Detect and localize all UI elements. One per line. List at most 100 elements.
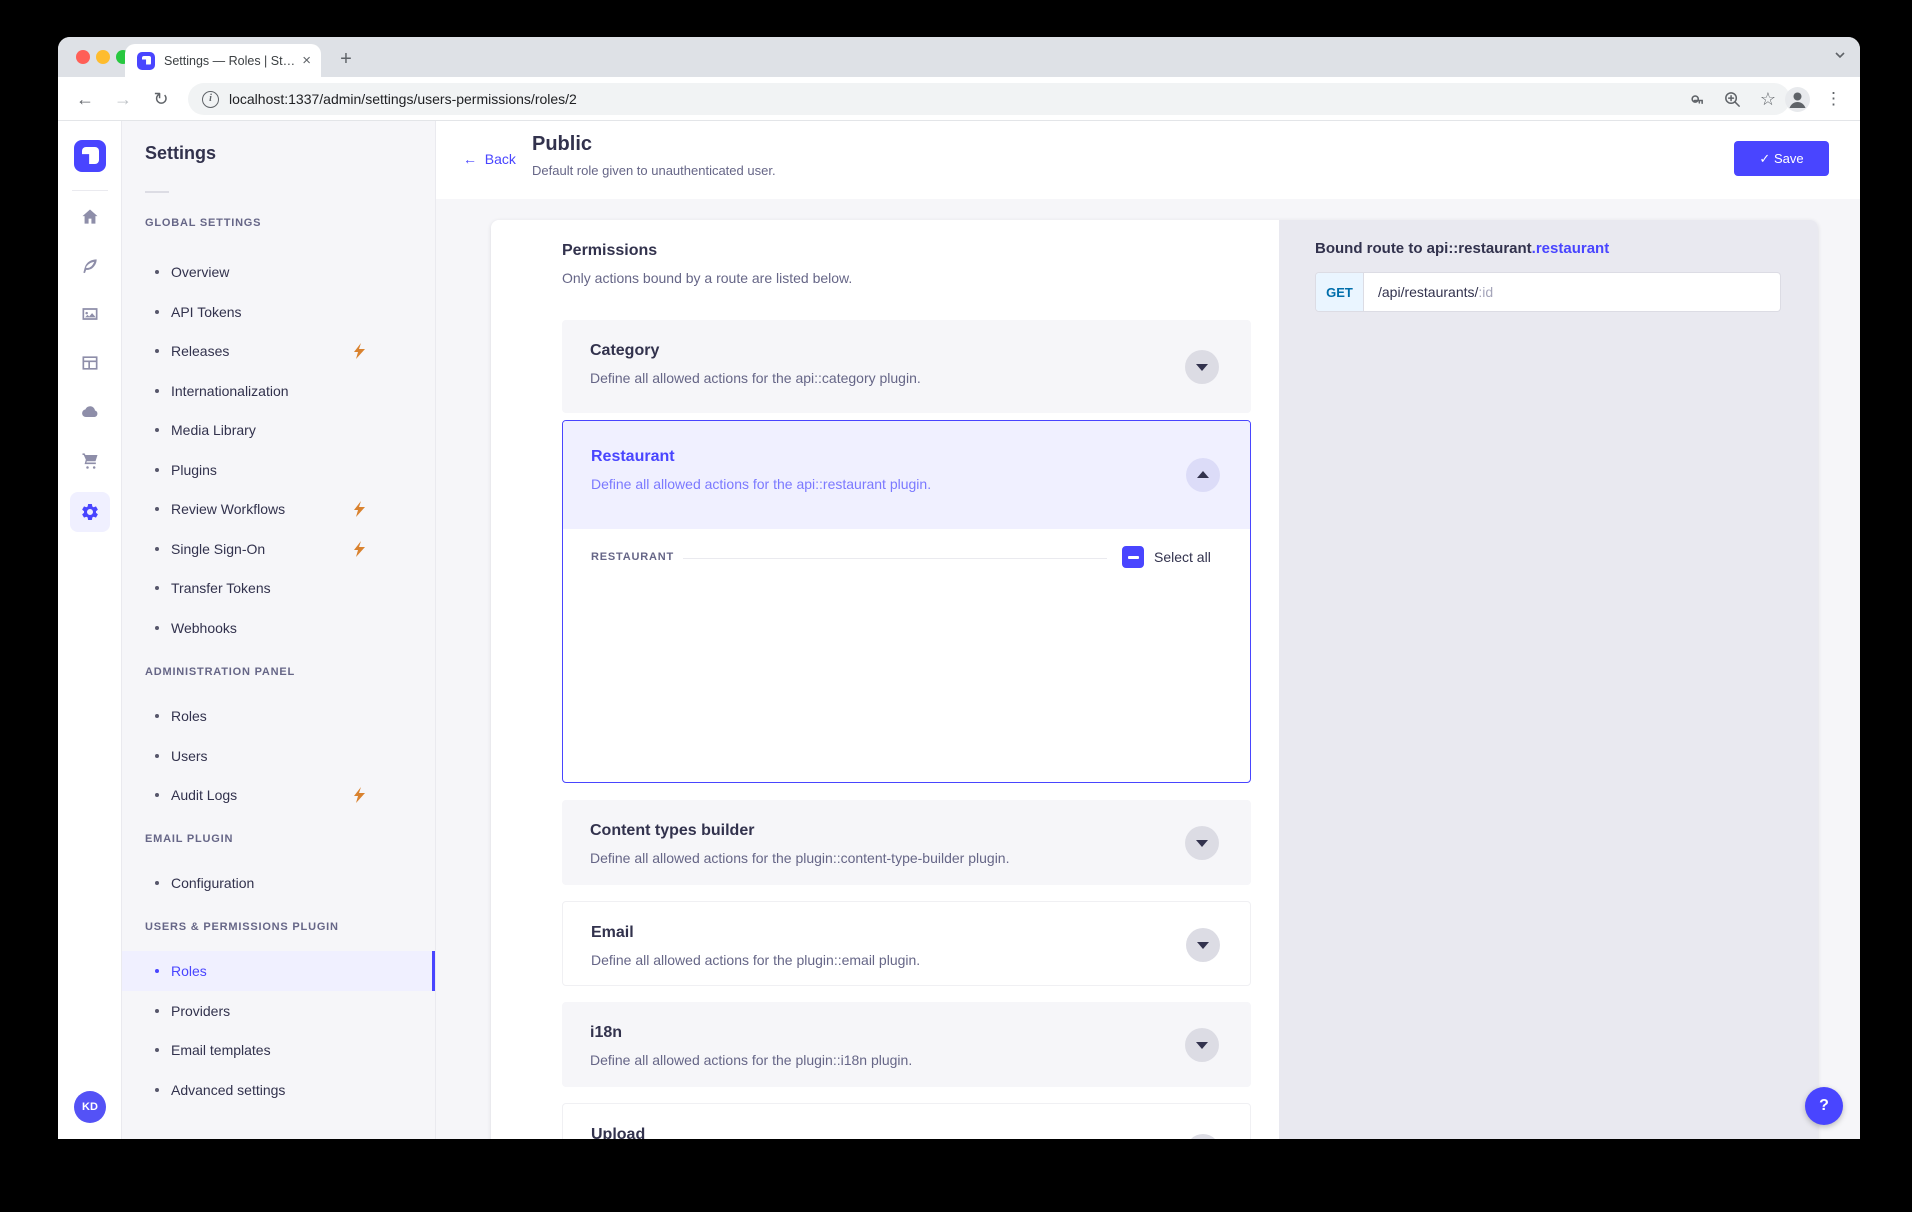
accordion-category[interactable]: Category Define all allowed actions for … bbox=[562, 320, 1251, 413]
chevron-down-icon bbox=[1196, 1042, 1208, 1049]
save-check-icon: ✓ bbox=[1759, 151, 1770, 166]
chevron-down-icon bbox=[1197, 942, 1209, 949]
route-display: GET /api/restaurants/:id bbox=[1315, 272, 1781, 312]
sidebar-item-advanced-settings[interactable]: Advanced settings bbox=[122, 1070, 435, 1110]
sidebar-item-overview[interactable]: Overview bbox=[122, 252, 435, 292]
site-info-icon[interactable]: i bbox=[202, 91, 219, 108]
sidebar-item-webhooks[interactable]: Webhooks bbox=[122, 608, 435, 648]
chevron-down-icon bbox=[1196, 840, 1208, 847]
accordion-restaurant-header[interactable]: Restaurant Define all allowed actions fo… bbox=[563, 421, 1250, 529]
home-icon[interactable] bbox=[80, 207, 100, 227]
browser-window: Settings — Roles | Strapi × + ← → ↻ i lo… bbox=[58, 37, 1860, 1139]
sidebar-item-users[interactable]: Users bbox=[122, 736, 435, 776]
forward-icon[interactable]: → bbox=[110, 86, 136, 112]
tab-close-icon[interactable]: × bbox=[302, 52, 311, 69]
user-avatar[interactable]: KD bbox=[74, 1091, 106, 1123]
route-param: :id bbox=[1478, 284, 1493, 300]
sidebar-title-divider bbox=[145, 191, 169, 193]
browser-toolbar: ← → ↻ i localhost:1337/admin/settings/us… bbox=[58, 77, 1860, 121]
back-icon[interactable]: ← bbox=[72, 86, 98, 112]
bound-route-title: Bound route to api::restaurant.restauran… bbox=[1315, 240, 1609, 257]
bound-route-highlight: .restaurant bbox=[1532, 240, 1610, 257]
chevron-up-icon bbox=[1197, 471, 1209, 478]
minimize-window-button[interactable] bbox=[96, 50, 110, 64]
sidebar-item-internationalization[interactable]: Internationalization bbox=[122, 371, 435, 411]
save-button[interactable]: ✓ Save bbox=[1734, 141, 1829, 176]
sidebar-title: Settings bbox=[145, 143, 216, 164]
expand-category-button[interactable] bbox=[1185, 350, 1219, 384]
sidebar-item-configuration[interactable]: Configuration bbox=[122, 863, 435, 903]
chevron-down-icon bbox=[1196, 364, 1208, 371]
accordion-email[interactable]: Email Define all allowed actions for the… bbox=[562, 901, 1251, 986]
section-label-global-settings: GLOBAL SETTINGS bbox=[145, 217, 261, 229]
section-label-users-permissions-plugin: USERS & PERMISSIONS PLUGIN bbox=[145, 921, 339, 933]
select-all-checkbox[interactable] bbox=[1122, 546, 1144, 568]
sidebar-item-single-sign-on[interactable]: Single Sign-On bbox=[122, 529, 435, 569]
main-content: ← Back Public Default role given to unau… bbox=[436, 121, 1860, 1139]
new-feature-bolt-icon bbox=[354, 343, 365, 359]
expand-ctb-button[interactable] bbox=[1185, 826, 1219, 860]
browser-profile-avatar[interactable] bbox=[1785, 87, 1810, 112]
collapse-restaurant-button[interactable] bbox=[1186, 458, 1220, 492]
page-subtitle: Default role given to unauthenticated us… bbox=[532, 163, 776, 178]
close-window-button[interactable] bbox=[76, 50, 90, 64]
deploy-cloud-icon[interactable] bbox=[80, 402, 100, 422]
strapi-favicon-icon bbox=[137, 52, 155, 70]
sidebar-item-releases[interactable]: Releases bbox=[122, 331, 435, 371]
browser-tab[interactable]: Settings — Roles | Strapi × bbox=[125, 44, 321, 77]
rail-divider bbox=[72, 190, 108, 191]
sidebar-item-audit-logs[interactable]: Audit Logs bbox=[122, 775, 435, 815]
expand-i18n-button[interactable] bbox=[1185, 1028, 1219, 1062]
restaurant-group-label: RESTAURANT bbox=[591, 551, 674, 563]
accordion-i18n[interactable]: i18n Define all allowed actions for the … bbox=[562, 1002, 1251, 1087]
sidebar-item-api-tokens[interactable]: API Tokens bbox=[122, 292, 435, 332]
reload-icon[interactable]: ↻ bbox=[148, 86, 174, 112]
marketplace-cart-icon[interactable] bbox=[80, 450, 100, 470]
expand-email-button[interactable] bbox=[1186, 928, 1220, 962]
sidebar-item-transfer-tokens[interactable]: Transfer Tokens bbox=[122, 568, 435, 608]
strapi-logo-icon[interactable] bbox=[74, 140, 106, 172]
sidebar-item-plugins[interactable]: Plugins bbox=[122, 450, 435, 490]
accordion-content-types-builder[interactable]: Content types builder Define all allowed… bbox=[562, 800, 1251, 885]
page-title: Public bbox=[532, 133, 592, 156]
section-label-administration-panel: ADMINISTRATION PANEL bbox=[145, 666, 295, 678]
address-bar[interactable]: i localhost:1337/admin/settings/users-pe… bbox=[188, 83, 1790, 115]
sidebar-item-admin-roles[interactable]: Roles bbox=[122, 696, 435, 736]
browser-menu-icon[interactable]: ⋮ bbox=[1825, 86, 1842, 112]
sidebar-item-up-roles[interactable]: Roles bbox=[122, 951, 435, 991]
content-manager-layout-icon[interactable] bbox=[80, 353, 100, 373]
group-divider bbox=[683, 558, 1107, 559]
page-header: ← Back Public Default role given to unau… bbox=[436, 121, 1860, 199]
url-text[interactable]: localhost:1337/admin/settings/users-perm… bbox=[229, 91, 1668, 107]
accordion-restaurant-expanded: Restaurant Define all allowed actions fo… bbox=[562, 420, 1251, 783]
help-button[interactable]: ? bbox=[1805, 1087, 1843, 1125]
media-library-icon[interactable] bbox=[80, 304, 100, 324]
back-link[interactable]: ← Back bbox=[463, 151, 516, 167]
main-nav-rail: KD bbox=[58, 121, 122, 1139]
select-all-control[interactable]: Select all bbox=[1122, 546, 1211, 568]
tab-search-chevron-icon[interactable] bbox=[1834, 49, 1846, 61]
password-key-icon[interactable] bbox=[1686, 90, 1705, 109]
settings-sidebar: Settings GLOBAL SETTINGS Overview API To… bbox=[122, 121, 436, 1139]
settings-gear-icon[interactable] bbox=[80, 502, 100, 522]
sidebar-item-providers[interactable]: Providers bbox=[122, 991, 435, 1031]
bound-route-panel: Bound route to api::restaurant.restauran… bbox=[1279, 220, 1818, 1139]
accordion-upload[interactable]: Upload bbox=[562, 1103, 1251, 1139]
permissions-title: Permissions bbox=[562, 242, 657, 260]
sidebar-item-media-library[interactable]: Media Library bbox=[122, 410, 435, 450]
content-type-builder-feather-icon[interactable] bbox=[80, 256, 100, 276]
new-feature-bolt-icon bbox=[354, 787, 365, 803]
expand-upload-button[interactable] bbox=[1186, 1134, 1220, 1139]
permissions-panel: Permissions Only actions bound by a rout… bbox=[491, 220, 1279, 1139]
bookmark-star-icon[interactable]: ☆ bbox=[1760, 90, 1776, 108]
sidebar-item-review-workflows[interactable]: Review Workflows bbox=[122, 489, 435, 529]
section-label-email-plugin: EMAIL PLUGIN bbox=[145, 833, 233, 845]
new-tab-button[interactable]: + bbox=[331, 45, 361, 75]
sidebar-item-email-templates[interactable]: Email templates bbox=[122, 1030, 435, 1070]
new-feature-bolt-icon bbox=[354, 501, 365, 517]
zoom-in-icon[interactable] bbox=[1723, 90, 1742, 109]
profile-person-icon bbox=[1785, 87, 1810, 112]
route-path: /api/restaurants/:id bbox=[1378, 284, 1493, 300]
new-feature-bolt-icon bbox=[354, 541, 365, 557]
tab-strip: Settings — Roles | Strapi × + bbox=[58, 37, 1860, 77]
